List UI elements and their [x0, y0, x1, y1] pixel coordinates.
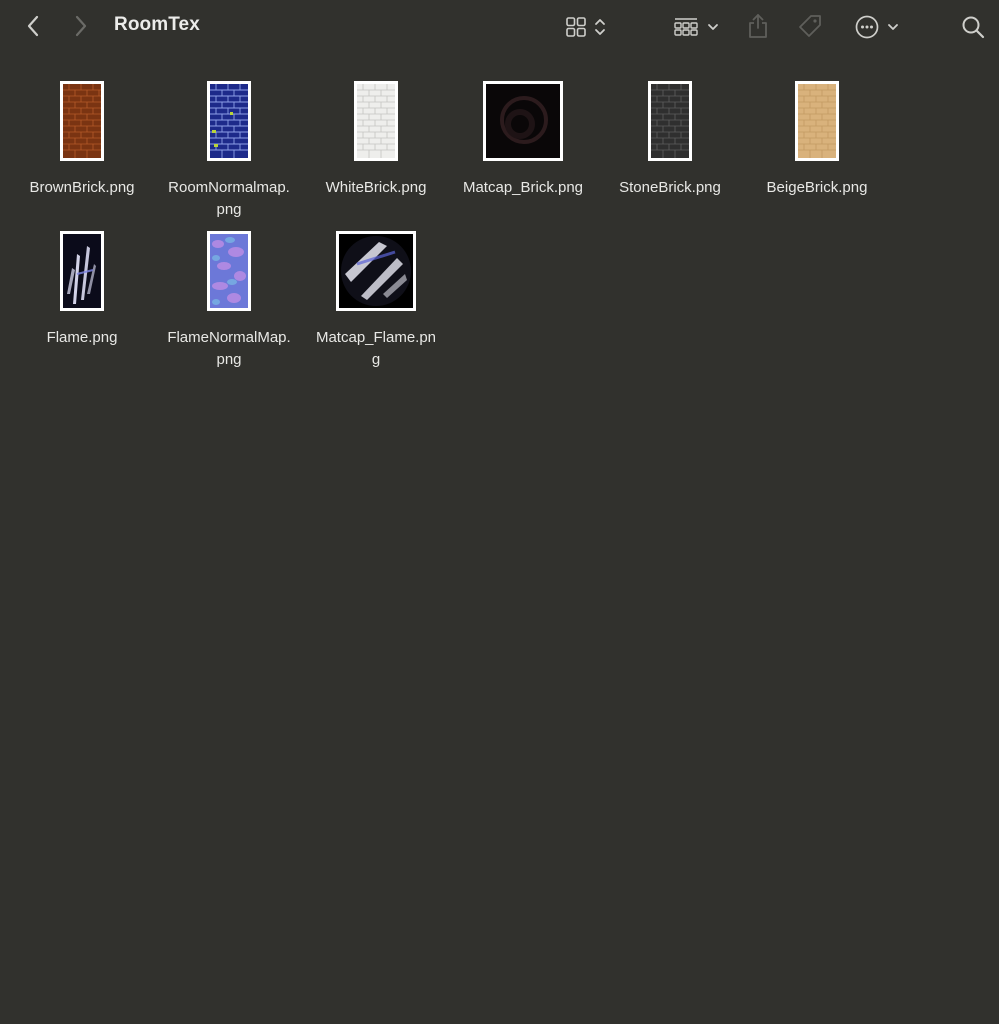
- file-thumbnail: [60, 81, 104, 161]
- file-thumbnail: [795, 81, 839, 161]
- ellipsis-circle-icon: [855, 15, 879, 39]
- chevron-left-icon: [27, 15, 39, 37]
- file-name: RoomNormalmap. png: [168, 179, 290, 218]
- file-item[interactable]: BrownBrick.png: [9, 80, 155, 199]
- file-thumbnail: [336, 231, 416, 311]
- chevron-down-icon: [888, 24, 898, 30]
- window-title: RoomTex: [114, 14, 200, 35]
- search-icon: [962, 16, 985, 39]
- back-button[interactable]: [20, 13, 46, 39]
- search-button[interactable]: [958, 12, 988, 42]
- grid-view-icon: [566, 17, 586, 37]
- file-name: Matcap_Brick.png: [462, 179, 584, 196]
- view-mode-button[interactable]: [560, 13, 612, 41]
- forward-button[interactable]: [68, 13, 94, 39]
- file-item[interactable]: FlameNormalMap. png: [156, 230, 302, 371]
- file-name: WhiteBrick.png: [325, 179, 427, 196]
- file-item[interactable]: StoneBrick.png: [597, 80, 743, 199]
- file-thumbnail: [648, 81, 692, 161]
- file-item[interactable]: Matcap_Flame.pn g: [303, 230, 449, 371]
- tag-icon: [799, 15, 821, 37]
- toolbar: RoomTex: [0, 0, 999, 54]
- up-down-chevron-icon: [595, 19, 605, 35]
- file-item[interactable]: BeigeBrick.png: [744, 80, 890, 199]
- share-icon: [749, 14, 767, 38]
- file-name: StoneBrick.png: [619, 179, 721, 196]
- share-button[interactable]: [744, 11, 772, 41]
- file-item[interactable]: Flame.png: [9, 230, 155, 349]
- file-item[interactable]: RoomNormalmap. png: [156, 80, 302, 221]
- file-item[interactable]: Matcap_Brick.png: [450, 80, 596, 199]
- file-name: BeigeBrick.png: [766, 179, 868, 196]
- file-thumbnail: [483, 81, 563, 161]
- file-name: FlameNormalMap. png: [167, 329, 291, 368]
- file-name: Matcap_Flame.pn g: [315, 329, 437, 368]
- file-thumbnail: [60, 231, 104, 311]
- file-name: Flame.png: [46, 329, 118, 346]
- file-thumbnail: [354, 81, 398, 161]
- group-icon: [674, 18, 698, 36]
- file-name: BrownBrick.png: [29, 179, 135, 196]
- file-thumbnail: [207, 81, 251, 161]
- file-thumbnail: [207, 231, 251, 311]
- group-button[interactable]: [668, 13, 724, 41]
- tag-button[interactable]: [794, 11, 826, 41]
- more-actions-button[interactable]: [852, 12, 902, 42]
- chevron-down-icon: [708, 24, 718, 30]
- file-item[interactable]: WhiteBrick.png: [303, 80, 449, 199]
- chevron-right-icon: [75, 15, 87, 37]
